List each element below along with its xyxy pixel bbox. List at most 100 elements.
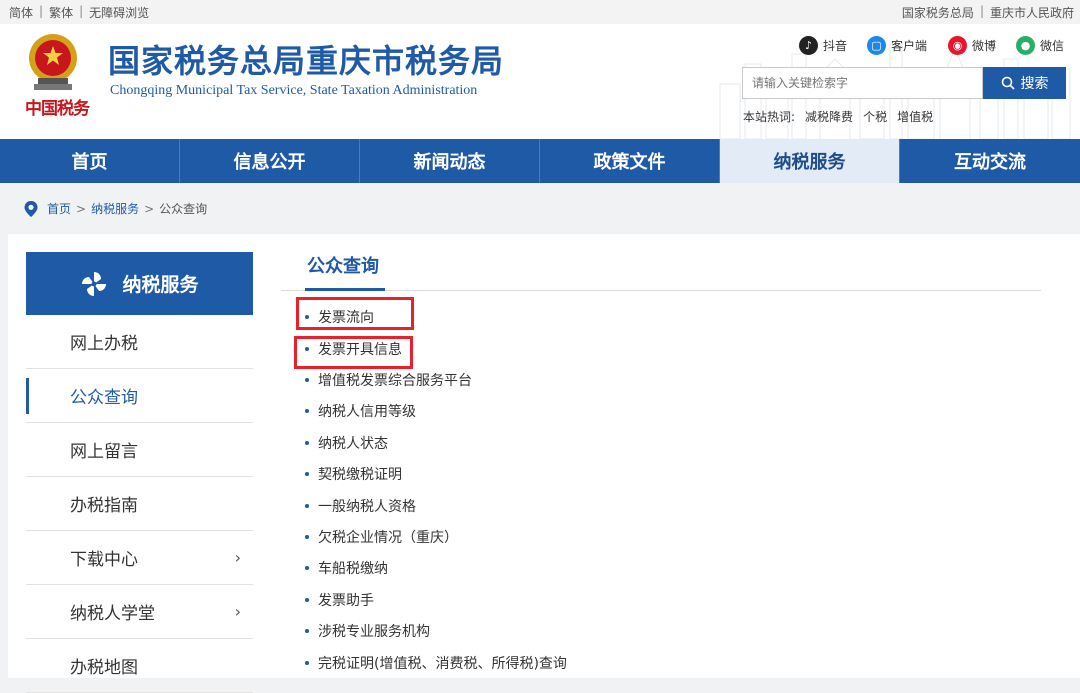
sidebar-item-label: 公众查询 [70,388,138,408]
social-label: 微博 [972,39,997,53]
search-input[interactable] [742,67,983,99]
bullet [305,535,309,539]
site-title[interactable]: 国家税务总局重庆市税务局 [108,36,504,82]
sidebar-item-online-tax[interactable]: 网上办税 [26,315,253,369]
emblem-caption: 中国税务 [25,99,90,119]
nav-info-disclosure[interactable]: 信息公开 [180,139,360,183]
breadcrumb: 首页 > 纳税服务 > 公众查询 [24,200,207,217]
bullet [305,472,309,476]
query-link-label: 欠税企业情况（重庆） [318,530,458,546]
sidebar-item-label: 网上留言 [70,442,138,462]
tax-emblem-icon [29,34,77,90]
query-link-tax-agency[interactable]: 涉税专业服务机构 [305,621,430,641]
sidebar-heading: 纳税服务 [26,252,253,315]
site-subtitle: Chongqing Municipal Tax Service, State T… [110,83,478,98]
section-divider [281,290,1041,291]
sidebar-item-tax-map[interactable]: 办税地图 [26,639,253,693]
sidebar-item-label: 办税地图 [70,658,138,678]
hot-word[interactable]: 增值税 [897,108,933,125]
separator: | [79,4,84,18]
wechat-icon: ● [1016,36,1035,55]
breadcrumb-home[interactable]: 首页 [47,200,71,217]
breadcrumb-current: 公众查询 [159,202,208,216]
sidebar-item-label: 网上办税 [70,334,138,354]
social-label: 客户端 [891,39,928,53]
bullet [305,441,309,445]
sidebar-item-download[interactable]: 下载中心 › [26,531,253,585]
bullet [305,629,309,633]
bullet [305,504,309,508]
bullet [305,409,309,413]
traditional-chinese-link[interactable]: 繁体 [49,4,73,21]
search-button-label: 搜索 [1020,76,1049,92]
sidebar-item-tax-guide[interactable]: 办税指南 [26,477,253,531]
sidebar-item-message[interactable]: 网上留言 [26,423,253,477]
external-links: 国家税务总局 | 重庆市人民政府 [902,4,1074,21]
hot-words: 本站热词: 减税降费 个税 增值税 [743,108,933,125]
nav-interaction[interactable]: 互动交流 [900,139,1080,183]
breadcrumb-separator: > [144,201,155,216]
query-link-label: 纳税人信用等级 [318,404,416,420]
language-links: 简体 | 繁体 | 无障碍浏览 [9,4,149,21]
separator: | [39,4,44,18]
social-weibo[interactable]: ◉ 微博 [948,36,996,55]
sidebar-item-label: 办税指南 [70,496,138,516]
query-link-vat-platform[interactable]: 增值税发票综合服务平台 [305,370,472,390]
query-link-general-taxpayer[interactable]: 一般纳税人资格 [305,496,416,516]
social-label: 抖音 [823,39,848,53]
sta-link[interactable]: 国家税务总局 [902,4,974,21]
query-link-label: 发票助手 [318,593,374,609]
query-link-label: 纳税人状态 [318,436,388,452]
query-link-tax-certificate[interactable]: 完税证明(增值税、消费税、所得税)查询 [305,653,567,673]
chevron-right-icon: › [234,548,241,567]
separator: | [979,4,984,18]
simplified-chinese-link[interactable]: 简体 [9,4,33,21]
sidebar-item-public-query[interactable]: 公众查询 [26,369,253,423]
query-link-taxpayer-status[interactable]: 纳税人状态 [305,433,388,453]
hot-word[interactable]: 个税 [863,108,887,125]
hot-word[interactable]: 减税降费 [805,108,853,125]
sidebar-item-label: 下载中心 [70,550,138,570]
nav-home[interactable]: 首页 [0,139,180,183]
weibo-icon: ◉ [948,36,967,55]
social-douyin[interactable]: ♪ 抖音 [799,36,847,55]
top-utility-bar: 简体 | 繁体 | 无障碍浏览 国家税务总局 | 重庆市人民政府 [0,0,1080,24]
sidebar-heading-label: 纳税服务 [122,274,199,296]
query-link-label: 契税缴税证明 [318,467,402,483]
breadcrumb-separator: > [76,201,87,216]
highlight-box-invoice-issuance [294,336,413,369]
chongqing-gov-link[interactable]: 重庆市人民政府 [990,4,1074,21]
query-link-label: 涉税专业服务机构 [318,624,430,640]
accessibility-link[interactable]: 无障碍浏览 [89,4,149,21]
query-link-vehicle-tax[interactable]: 车船税缴纳 [305,558,388,578]
social-client[interactable]: ▢ 客户端 [867,36,927,55]
chevron-right-icon: › [234,602,241,621]
breadcrumb-section[interactable]: 纳税服务 [91,200,139,217]
highlight-box-invoice-flow [296,297,414,330]
query-link-deed-tax[interactable]: 契税缴税证明 [305,464,402,484]
search-button[interactable]: 搜索 [983,67,1066,99]
site-header: 中国税务 国家税务总局重庆市税务局 Chongqing Municipal Ta… [0,24,1080,139]
query-link-credit-rating[interactable]: 纳税人信用等级 [305,401,416,421]
sidebar-item-school[interactable]: 纳税人学堂 › [26,585,253,639]
hot-words-label: 本站热词: [743,110,796,124]
douyin-icon: ♪ [799,36,818,55]
bullet [305,661,309,665]
main-nav: 首页 信息公开 新闻动态 政策文件 纳税服务 互动交流 [0,139,1080,183]
query-link-tax-arrears[interactable]: 欠税企业情况（重庆） [305,527,458,547]
nav-policy[interactable]: 政策文件 [540,139,720,183]
query-link-invoice-assistant[interactable]: 发票助手 [305,590,374,610]
nav-tax-service[interactable]: 纳税服务 [720,139,900,183]
query-link-label: 一般纳税人资格 [318,499,416,515]
search-icon [1001,76,1015,90]
query-link-label: 车船税缴纳 [318,561,388,577]
query-link-label: 增值税发票综合服务平台 [318,373,472,389]
social-wechat[interactable]: ● 微信 [1016,36,1064,55]
nav-news[interactable]: 新闻动态 [360,139,540,183]
section-divider-accent [305,288,385,291]
app-client-icon: ▢ [867,36,886,55]
query-link-label: 完税证明(增值税、消费税、所得税)查询 [318,656,567,672]
location-pin-icon [24,200,38,217]
sidebar-item-label: 纳税人学堂 [70,604,155,624]
service-icon [82,271,107,296]
